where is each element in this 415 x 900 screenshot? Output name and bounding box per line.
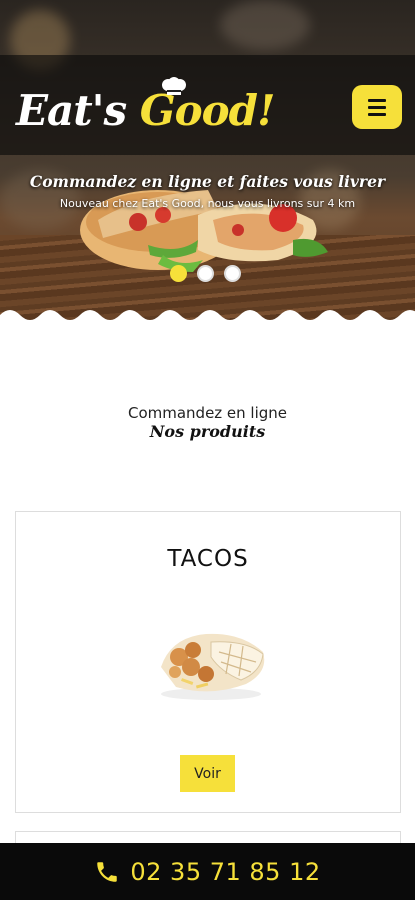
product-card[interactable]: TACOS Voir (15, 511, 401, 813)
page: Eat's Good! Commandez en ligne et faites… (0, 0, 415, 900)
slider-dot-2[interactable] (197, 265, 214, 282)
section-title: Nos produits (149, 422, 266, 441)
slide-title: Commandez en ligne et faites vous livrer (29, 172, 386, 191)
hamburger-menu-icon (368, 112, 386, 116)
product-title: TACOS (167, 546, 249, 572)
view-product-button[interactable]: Voir (180, 755, 235, 792)
slider-dots (170, 265, 241, 282)
hamburger-menu-icon (368, 98, 386, 102)
logo[interactable]: Eat's Good! (16, 75, 275, 145)
background-bokeh (220, 0, 310, 50)
section-kicker: Commandez en ligne (127, 404, 288, 422)
hero-slider: Eat's Good! Commandez en ligne et faites… (0, 0, 415, 320)
slider-dot-1[interactable] (170, 265, 187, 282)
hamburger-menu-icon (368, 105, 386, 109)
logo-text: Eat's Good! (16, 85, 275, 135)
wave-divider (0, 310, 415, 320)
menu-button[interactable] (352, 85, 402, 129)
logo-main-text: Eat's (16, 85, 140, 135)
phone-icon (97, 861, 118, 882)
phone-number: 02 35 71 85 12 (130, 857, 321, 886)
slider-dot-3[interactable] (224, 265, 241, 282)
slide-subtitle: Nouveau chez Eat's Good, nous vous livro… (59, 197, 356, 210)
chef-hat-icon (162, 77, 186, 95)
call-bar[interactable]: 02 35 71 85 12 (0, 843, 415, 900)
tacos-image (161, 633, 265, 700)
